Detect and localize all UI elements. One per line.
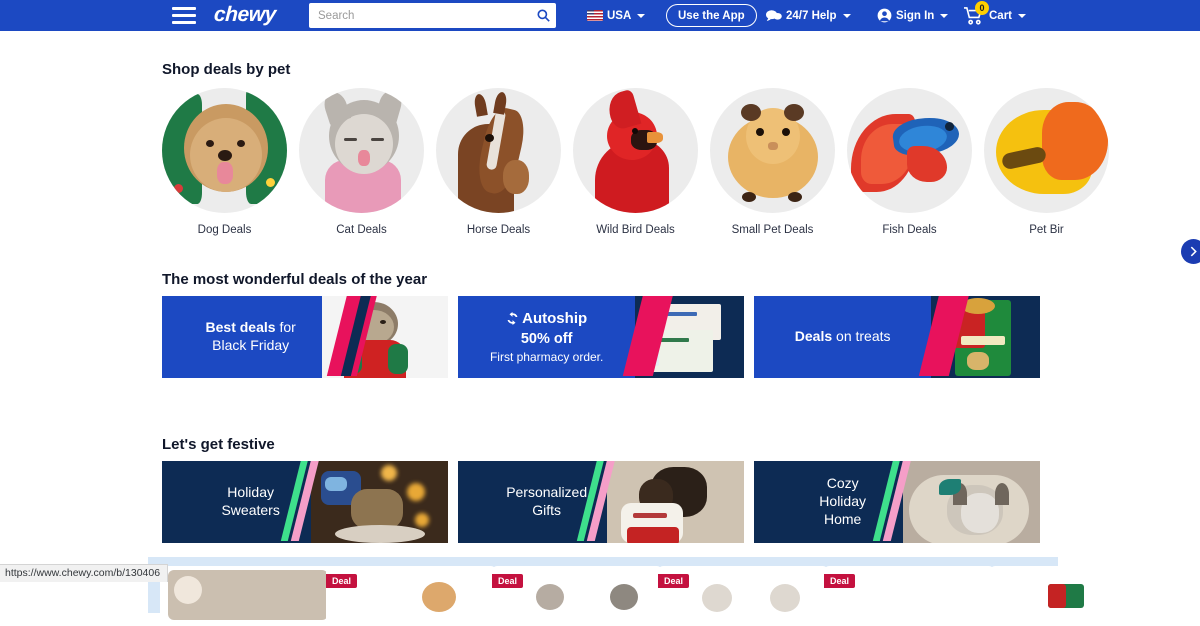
wild-bird-deals-image[interactable] <box>573 88 698 213</box>
banner-line-1: Holiday <box>162 484 339 502</box>
page-content: Shop deals by pet Dog Deals <box>0 31 1200 582</box>
deal-product-card[interactable]: Deal <box>824 566 994 626</box>
banner-personalized-gifts[interactable]: Personalized Gifts <box>458 461 744 543</box>
banner-eyebrow: Autoship <box>522 309 587 328</box>
banner-copy: Autoship 50% off First pharmacy order. <box>458 309 635 365</box>
cart-menu[interactable]: 0 Cart <box>963 0 1026 31</box>
deal-badge: Deal <box>492 574 523 588</box>
cart-count-badge: 0 <box>975 1 989 15</box>
banner-copy: Best deals for Black Friday <box>162 319 339 355</box>
banner-line2: First pharmacy order. <box>458 350 635 365</box>
deal-product-card[interactable] <box>160 566 340 626</box>
use-the-app-button[interactable]: Use the App <box>666 4 757 27</box>
help-menu[interactable]: 24/7 Help <box>766 0 851 31</box>
banner-copy: Personalized Gifts <box>458 484 635 520</box>
banner-line1-rest: on treats <box>832 328 890 344</box>
pet-category-pet-bird[interactable]: Pet Bir <box>984 88 1109 236</box>
pet-category-small-pet[interactable]: Small Pet Deals <box>710 88 835 236</box>
banner-line1-bold: Deals <box>795 328 832 344</box>
deals-product-carousel: Deal Deal Deal Deal <box>148 557 1058 613</box>
region-selector[interactable]: USA <box>587 0 645 31</box>
banner-line2: Black Friday <box>162 337 339 355</box>
banner-line-2: Holiday <box>754 493 931 511</box>
pet-category-label: Small Pet Deals <box>710 224 835 236</box>
region-label: USA <box>607 10 631 22</box>
deal-product-card[interactable]: Deal <box>658 566 828 626</box>
banner-line-1: Personalized <box>458 484 635 502</box>
banner-holiday-sweaters[interactable]: Holiday Sweaters <box>162 461 448 543</box>
autoship-refresh-icon <box>506 312 519 325</box>
banner-line1-bold: Best deals <box>206 319 276 335</box>
pet-category-label: Dog Deals <box>162 224 287 236</box>
pet-category-dog[interactable]: Dog Deals <box>162 88 287 236</box>
banner-copy: Cozy Holiday Home <box>754 475 931 529</box>
banner-copy: Holiday Sweaters <box>162 484 339 520</box>
banner-black-friday[interactable]: Best deals for Black Friday <box>162 296 448 378</box>
pet-bird-deals-image[interactable] <box>984 88 1109 213</box>
browser-status-bar: https://www.chewy.com/b/130406 <box>0 564 168 582</box>
carousel-next-button[interactable] <box>1181 239 1200 264</box>
deal-badge: Deal <box>824 574 855 588</box>
hamburger-menu-icon[interactable] <box>172 7 196 24</box>
chewy-logo[interactable]: chewy <box>213 3 276 27</box>
banner-line-3: Home <box>754 511 931 529</box>
chevron-down-icon <box>637 14 645 18</box>
banner-line1-bold: 50% off <box>458 330 635 349</box>
pet-category-label: Cat Deals <box>299 224 424 236</box>
us-flag-icon <box>587 10 603 21</box>
chevron-down-icon <box>1018 14 1026 18</box>
pet-category-label: Wild Bird Deals <box>573 224 698 236</box>
search-bar[interactable] <box>309 3 556 28</box>
banner-cozy-holiday-home[interactable]: Cozy Holiday Home <box>754 461 1040 543</box>
pet-category-label: Fish Deals <box>847 224 972 236</box>
banner-autoship[interactable]: Autoship 50% off First pharmacy order. <box>458 296 744 378</box>
banner-line-2: Gifts <box>458 502 635 520</box>
deal-product-card[interactable] <box>990 566 1160 626</box>
account-icon <box>877 8 892 23</box>
horse-deals-image[interactable] <box>436 88 561 213</box>
pet-category-label: Horse Deals <box>436 224 561 236</box>
festive-banner-row: Holiday Sweaters Personalized Gifts <box>162 461 1062 543</box>
banner-line-1: Cozy <box>754 475 931 493</box>
fish-deals-image[interactable] <box>847 88 972 213</box>
banner-line1-rest: for <box>276 319 296 335</box>
help-label: 24/7 Help <box>786 10 837 22</box>
deal-product-card[interactable]: Deal <box>326 566 496 626</box>
shop-by-pet-title: Shop deals by pet <box>162 61 290 78</box>
deal-product-card[interactable]: Deal <box>492 566 662 626</box>
banner-copy: Deals on treats <box>754 328 931 346</box>
pet-category-horse[interactable]: Horse Deals <box>436 88 561 236</box>
pet-category-wild-bird[interactable]: Wild Bird Deals <box>573 88 698 236</box>
festive-title: Let's get festive <box>162 436 275 453</box>
deal-badge: Deal <box>326 574 357 588</box>
cart-label: Cart <box>989 10 1012 22</box>
dog-deals-image[interactable] <box>162 88 287 213</box>
deals-banner-row: Best deals for Black Friday <box>162 296 1062 378</box>
chevron-right-icon <box>1190 246 1197 257</box>
pet-category-cat[interactable]: Cat Deals <box>299 88 424 236</box>
sign-in-label: Sign In <box>896 10 934 22</box>
chat-bubble-icon <box>766 9 782 22</box>
small-pet-deals-image[interactable] <box>710 88 835 213</box>
search-icon[interactable] <box>530 3 556 28</box>
sign-in-menu[interactable]: Sign In <box>877 0 948 31</box>
pet-carousel: Dog Deals Cat Deals <box>162 88 1062 268</box>
search-input[interactable] <box>309 10 530 22</box>
pet-category-fish[interactable]: Fish Deals <box>847 88 972 236</box>
deal-badge: Deal <box>658 574 689 588</box>
pet-category-label: Pet Bir <box>984 224 1109 236</box>
site-header: chewy USA Use the App 24/7 Help Sign In <box>0 0 1200 31</box>
wonderful-deals-title: The most wonderful deals of the year <box>162 271 427 288</box>
chevron-down-icon <box>843 14 851 18</box>
cat-deals-image[interactable] <box>299 88 424 213</box>
chevron-down-icon <box>940 14 948 18</box>
banner-treats[interactable]: Deals on treats <box>754 296 1040 378</box>
banner-line-2: Sweaters <box>162 502 339 520</box>
